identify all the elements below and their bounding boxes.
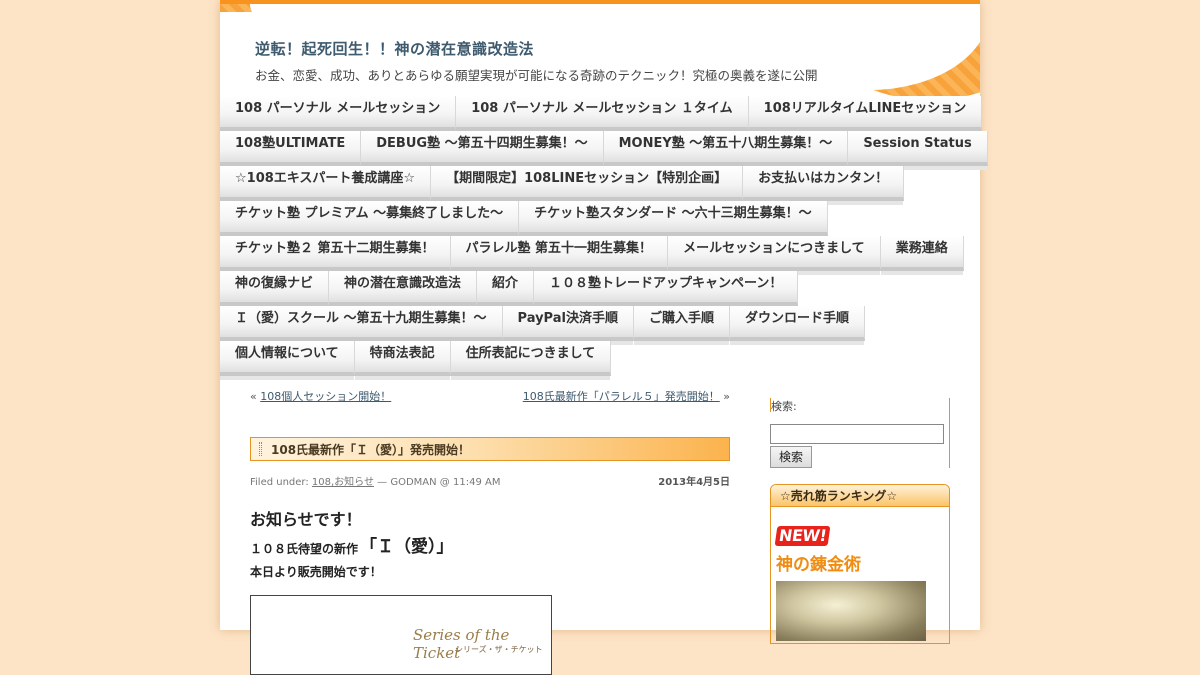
post-announcement: １０８氏待望の新作 「Ｉ（愛）」	[250, 532, 730, 557]
image-sub-text: シリーズ・ザ・チケット	[455, 645, 543, 654]
previous-post-link[interactable]: 108個人セッション開始！	[260, 390, 391, 403]
next-post: 108氏最新作「パラレル５」発売開始！ »	[523, 388, 730, 404]
nav-item[interactable]: チケット塾 プレミアム ～募集終了しました～	[220, 201, 520, 240]
search-input[interactable]	[770, 424, 944, 444]
nav-item[interactable]: チケット塾スタンダード ～六十三期生募集！～	[519, 201, 828, 240]
nav-row: チケット塾 プレミアム ～募集終了しました～ チケット塾スタンダード ～六十三期…	[220, 201, 980, 240]
site-header: 逆転！起死回生！！神の潜在意識改造法 お金、恋愛、成功、ありとあらゆる願望実現が…	[220, 0, 980, 96]
author-time: — GODMAN @ 11:49 AM	[374, 477, 501, 488]
nav-item[interactable]: パラレル塾 第五十一期生募集！	[450, 236, 669, 275]
nav-row: Ｉ（愛）スクール ～第五十九期生募集！～ PayPal決済手順 ご購入手順 ダウ…	[220, 306, 980, 345]
nav-item[interactable]: 紹介	[477, 271, 535, 310]
nav-item[interactable]: Ｉ（愛）スクール ～第五十九期生募集！～	[220, 306, 503, 345]
site-description: お金、恋愛、成功、ありとあらゆる願望実現が可能になる奇跡のテクニック！究極の奥義…	[255, 68, 818, 83]
nav-item[interactable]: PayPal決済手順	[502, 306, 634, 345]
nav-item[interactable]: 【期間限定】108LINEセッション【特別企画】	[431, 166, 744, 205]
ranking-title: ☆売れ筋ランキング☆	[771, 485, 949, 507]
search-label: 検索:	[770, 398, 949, 413]
nav-row: 個人情報について 特商法表記 住所表記につきまして	[220, 341, 980, 380]
site-title[interactable]: 逆転！起死回生！！神の潜在意識改造法	[255, 38, 534, 59]
nav-item[interactable]: 神の復縁ナビ	[220, 271, 330, 310]
page: 逆転！起死回生！！神の潜在意識改造法 お金、恋愛、成功、ありとあらゆる願望実現が…	[220, 0, 988, 675]
nav-item[interactable]: 108塾ULTIMATE	[220, 131, 362, 170]
post-title[interactable]: 108氏最新作「Ｉ（愛）」発売開始！	[271, 441, 470, 458]
next-post-link[interactable]: 108氏最新作「パラレル５」発売開始！	[523, 390, 720, 403]
nav-item[interactable]: 108 パーソナル メールセッション	[220, 96, 457, 135]
nav-item[interactable]: お支払いはカンタン！	[743, 166, 905, 205]
nav-item[interactable]: チケット塾２ 第五十二期生募集！	[220, 236, 451, 275]
main-navigation: 108 パーソナル メールセッション 108 パーソナル メールセッション １タ…	[220, 96, 988, 380]
search-widget: 検索: 検索	[770, 398, 950, 468]
nav-row: 108 パーソナル メールセッション 108 パーソナル メールセッション １タ…	[220, 96, 983, 135]
filed-under-label: Filed under:	[250, 477, 312, 488]
new-badge: NEW!	[774, 526, 831, 546]
post-meta: Filed under: 108,お知らせ — GODMAN @ 11:49 A…	[250, 473, 730, 488]
search-button[interactable]: 検索	[770, 446, 812, 468]
ranking-product-image[interactable]	[776, 581, 926, 641]
nav-item[interactable]: 業務連絡	[880, 236, 964, 275]
category-link[interactable]: 108,お知らせ	[312, 477, 374, 488]
nav-item[interactable]: Session Status	[848, 131, 988, 170]
next-arrow: »	[723, 390, 730, 403]
nav-row: 108塾ULTIMATE DEBUG塾 ～第五十四期生募集！～ MONEY塾 ～…	[220, 131, 988, 170]
nav-item[interactable]: DEBUG塾 ～第五十四期生募集！～	[361, 131, 604, 170]
title-marker-icon	[259, 442, 262, 456]
nav-item[interactable]: ご購入手順	[633, 306, 730, 345]
nav-item[interactable]: メールセッションにつきまして	[668, 236, 881, 275]
ranking-widget: ☆売れ筋ランキング☆ NEW! 神の錬金術	[770, 484, 950, 644]
nav-row: 神の復縁ナビ 神の潜在意識改造法 紹介 １０８塾トレードアップキャンペーン！	[220, 271, 980, 310]
previous-post: « 108個人セッション開始！	[250, 388, 391, 404]
post-release-note: 本日より販売開始です！	[250, 565, 382, 579]
sidebar: 検索: 検索 ☆売れ筋ランキング☆ NEW! 神の錬金術	[770, 398, 950, 644]
nav-item[interactable]: 個人情報について	[220, 341, 355, 380]
post-headline: お知らせです！	[250, 510, 362, 529]
nav-item[interactable]: 108 パーソナル メールセッション １タイム	[456, 96, 749, 135]
post-navigation: « 108個人セッション開始！ 108氏最新作「パラレル５」発売開始！ »	[250, 388, 730, 404]
nav-item[interactable]: 神の潜在意識改造法	[329, 271, 478, 310]
post-title-bar: 108氏最新作「Ｉ（愛）」発売開始！	[250, 437, 730, 461]
product-title: 「Ｉ（愛）」	[360, 537, 454, 557]
prev-arrow: «	[250, 390, 257, 403]
nav-item[interactable]: 住所表記につきまして	[450, 341, 612, 380]
nav-row: ☆108エキスパート養成講座☆ 【期間限定】108LINEセッション【特別企画】…	[220, 166, 980, 205]
nav-item[interactable]: MONEY塾 ～第五十八期生募集！～	[603, 131, 849, 170]
product-image[interactable]: Series of the Ticket シリーズ・ザ・チケット	[250, 595, 552, 675]
nav-row: チケット塾２ 第五十二期生募集！ パラレル塾 第五十一期生募集！ メールセッショ…	[220, 236, 980, 275]
announcement-prefix: １０８氏待望の新作	[250, 542, 359, 556]
post-date: 2013年4月5日	[658, 477, 730, 488]
nav-item[interactable]: ☆108エキスパート養成講座☆	[220, 166, 432, 205]
main-content: « 108個人セッション開始！ 108氏最新作「パラレル５」発売開始！ » 10…	[250, 388, 730, 675]
nav-item[interactable]: 108リアルタイムLINEセッション	[748, 96, 983, 135]
nav-item[interactable]: １０８塾トレードアップキャンペーン！	[534, 271, 799, 310]
nav-item[interactable]: ダウンロード手順	[729, 306, 865, 345]
ranking-product-link[interactable]: 神の錬金術	[776, 550, 949, 575]
nav-item[interactable]: 特商法表記	[354, 341, 451, 380]
